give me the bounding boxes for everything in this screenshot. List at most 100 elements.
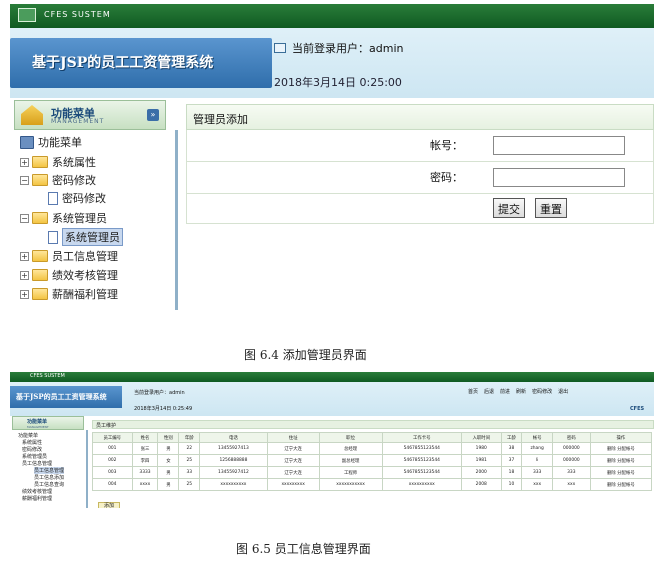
home-icon [21, 105, 43, 125]
row-actions[interactable]: 删除 分配帐号 [589, 442, 653, 455]
toolbar: 首页 后退 前进 刷新 密码修改 退出 [468, 388, 568, 395]
collapse-icon[interactable]: » [147, 109, 159, 121]
reset-button[interactable]: 重置 [535, 198, 567, 218]
section-title: 员工维护 [92, 420, 654, 429]
tree-item[interactable]: 员工信息添加 [34, 474, 64, 481]
sidebar-tree: 功能菜单 系统属性 密码修改 系统管理员 员工信息管理 员工信息管理 员工信息添… [12, 430, 88, 508]
table-row: 001 张三男 22 13455927413 辽宁大连 总经理 5467855123544 1… [92, 442, 653, 455]
tree-item[interactable]: 员工信息管理 [22, 460, 52, 467]
tree-item-selected[interactable]: 员工信息管理 [34, 467, 65, 474]
window-title: CFES SUSTEM [44, 10, 111, 19]
table-cell: 副总经理 [318, 454, 383, 467]
current-user: 当前登录用户：admin [274, 40, 403, 56]
table-cell: 002 [92, 454, 133, 467]
account-input[interactable] [493, 136, 625, 155]
figure-caption-2: 图 6.5 员工信息管理界面 [236, 542, 371, 556]
table-cell: 37 [500, 454, 523, 467]
home-link[interactable]: 首页 [468, 388, 478, 395]
folder-icon [32, 250, 48, 262]
tree-item[interactable]: 系统属性 [22, 439, 42, 446]
folder-open-icon [32, 174, 48, 186]
expand-icon[interactable]: + [20, 289, 29, 299]
table-row: 002 李四女 25 1256888888 辽宁大连 副总经理 5467855123544 1… [92, 454, 653, 467]
menu-title: 功能菜单 [27, 419, 48, 425]
system-banner: 基于JSP的员工工资管理系统 [10, 38, 272, 88]
table-cell: 333 [551, 466, 591, 479]
table-row: 004 xxxx 男 25 xxxxxxxxxx xxxxxxxxx xxxxxxxxxxx… [92, 478, 653, 491]
table-cell: xxxxxxxxx [266, 478, 320, 491]
table-row: 003 3333 男 33 13455927412 辽宁大连 工程师 546785512354… [92, 466, 653, 479]
password-label: 密码： [430, 171, 463, 184]
table-cell: 25 [178, 454, 201, 467]
table-cell: 000000 [551, 454, 591, 467]
window-title: CFES SUSTEM [30, 373, 65, 379]
tree-item-label: 系统管理员 [52, 212, 107, 225]
tree-item[interactable]: 绩效考核管理 [22, 488, 52, 495]
tree-item-password[interactable]: − 密码修改 [20, 172, 96, 188]
row-actions[interactable]: 删除 分配帐号 [589, 454, 653, 467]
screenshot-employee-management: CFES SUSTEM 基于JSP的员工工资管理系统 当前登录用户：admin … [10, 372, 654, 508]
column-header: 密码 [551, 432, 591, 443]
tree-item-salary[interactable]: + 薪酬福利管理 [20, 286, 118, 302]
collapse-node-icon[interactable]: − [20, 175, 29, 185]
table-cell: xxxxxxxxxx [381, 478, 463, 491]
submit-button[interactable]: 提交 [493, 198, 525, 218]
password-link[interactable]: 密码修改 [532, 388, 552, 395]
form-title: 管理员添加 [186, 104, 654, 130]
table-cell: 33 [178, 466, 201, 479]
back-link[interactable]: 后退 [484, 388, 494, 395]
table-cell: 1980 [461, 442, 502, 455]
password-row: 密码： [186, 162, 654, 194]
table-cell: 13455927413 [199, 442, 268, 455]
column-header: 工龄 [500, 432, 523, 443]
table-cell: 2008 [461, 478, 502, 491]
tree-item-label: 绩效考核管理 [52, 269, 118, 282]
tree-item[interactable]: 系统管理员 [22, 453, 47, 460]
table-cell: 38 [500, 442, 523, 455]
tree-item-employee[interactable]: + 员工信息管理 [20, 248, 118, 264]
tree-item-admin[interactable]: − 系统管理员 [20, 210, 107, 226]
table-cell: xxx [521, 478, 553, 491]
refresh-link[interactable]: 刷新 [516, 388, 526, 395]
tree-item-performance[interactable]: + 绩效考核管理 [20, 267, 118, 283]
tree-item-password-change[interactable]: 密码修改 [48, 190, 106, 206]
table-cell: 10 [500, 478, 523, 491]
column-header: 员工编号 [92, 432, 133, 443]
menu-header: 功能菜单 MANAGEMENT » [14, 100, 166, 130]
tree-item-system-props[interactable]: + 系统属性 [20, 154, 96, 170]
table-cell: 1981 [461, 454, 502, 467]
add-button[interactable]: 添加 [98, 502, 120, 508]
table-cell: xxxx [131, 478, 159, 491]
table-cell: 5467855123544 [381, 442, 463, 455]
logout-link[interactable]: 退出 [558, 388, 568, 395]
expand-icon[interactable]: + [20, 251, 29, 261]
column-header: 操作 [589, 432, 653, 443]
password-input[interactable] [493, 168, 625, 187]
folder-open-icon [32, 212, 48, 224]
account-label: 帐号： [430, 139, 463, 152]
tree-item[interactable]: 薪酬福利管理 [22, 495, 52, 502]
tree-item-admin-selected[interactable]: 系统管理员 [48, 228, 123, 246]
employee-table: 员工编号 姓名 性别 年龄 电话 住址 职位 工作卡号 入职时间 工龄 帐号 密… [92, 432, 653, 491]
expand-icon[interactable]: + [20, 157, 29, 167]
forward-link[interactable]: 前进 [500, 388, 510, 395]
tree-item-label: 员工信息管理 [52, 250, 118, 263]
row-actions[interactable]: 删除 分配帐号 [589, 478, 653, 491]
table-body: 001 张三男 22 13455927413 辽宁大连 总经理 5467855123544 1… [92, 442, 653, 491]
tree-item[interactable]: 功能菜单 [18, 432, 38, 439]
table-cell: 18 [500, 466, 523, 479]
tree-item[interactable]: 员工信息查询 [34, 481, 64, 488]
collapse-node-icon[interactable]: − [20, 213, 29, 223]
table-cell: 1256888888 [199, 454, 268, 467]
row-actions[interactable]: 删除 分配帐号 [589, 466, 653, 479]
table-cell: 5467855123544 [381, 454, 463, 467]
tree-item-label: 系统属性 [52, 156, 96, 169]
table-cell: 333 [521, 466, 553, 479]
expand-icon[interactable]: + [20, 270, 29, 280]
table-cell: zhang [521, 442, 553, 455]
column-header: 入职时间 [461, 432, 502, 443]
figure-caption-1: 图 6.4 添加管理员界面 [244, 348, 367, 362]
tree-item[interactable]: 密码修改 [22, 446, 42, 453]
screenshot-admin-add: CFES SUSTEM 基于JSP的员工工资管理系统 当前登录用户：admin … [10, 4, 654, 310]
tree-root[interactable]: 功能菜单 [20, 134, 82, 150]
